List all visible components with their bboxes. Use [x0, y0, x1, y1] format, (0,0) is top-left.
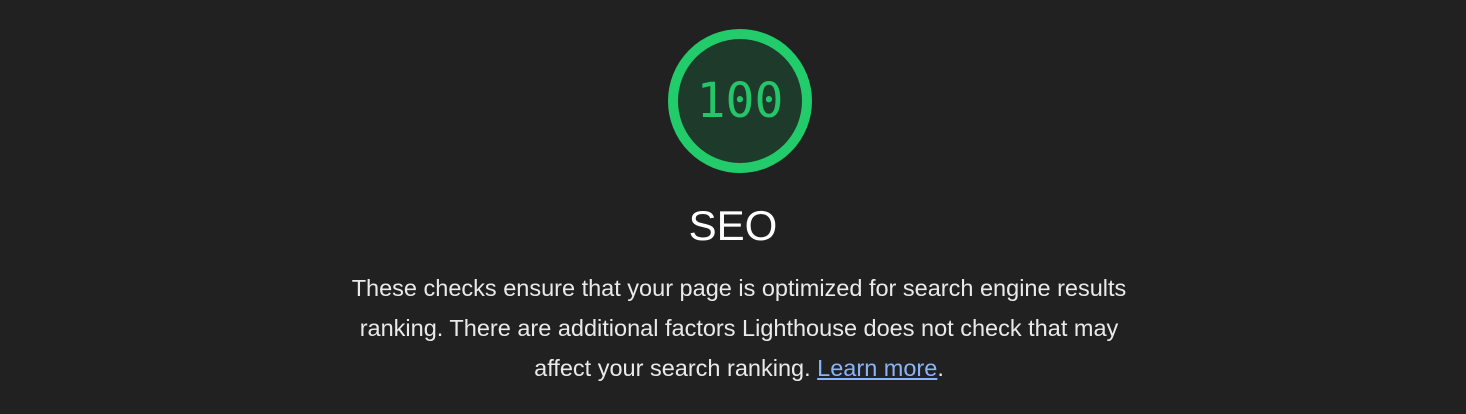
- category-title: SEO: [688, 202, 778, 249]
- description-period: .: [937, 355, 944, 381]
- score-gauge[interactable]: 100: [667, 28, 813, 174]
- score-value: 100: [696, 73, 784, 129]
- category-description: These checks ensure that your page is op…: [333, 268, 1145, 388]
- description-text: These checks ensure that your page is op…: [351, 275, 1127, 381]
- learn-more-link[interactable]: Learn more: [817, 355, 937, 381]
- seo-category-header: 100 SEO These checks ensure that your pa…: [0, 0, 1466, 414]
